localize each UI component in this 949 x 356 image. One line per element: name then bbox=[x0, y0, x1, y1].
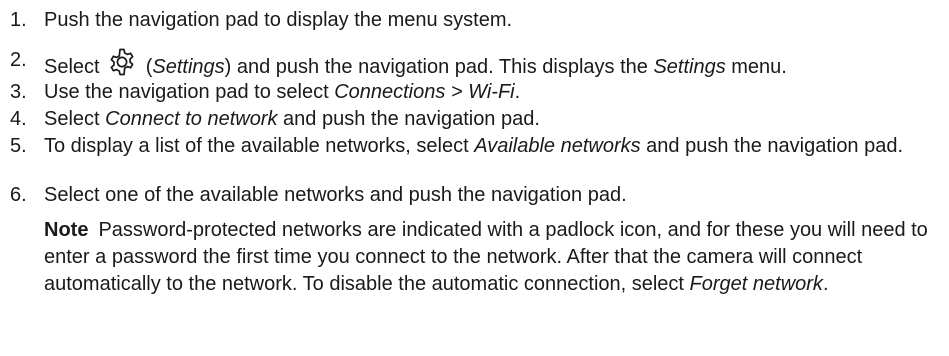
step-text-end: menu. bbox=[725, 56, 787, 78]
step-2: 2. Select (Settings) and push the naviga… bbox=[10, 47, 945, 81]
step-paren-open: ( bbox=[140, 56, 153, 78]
step-option: Available networks bbox=[474, 135, 641, 157]
step-text: To display a list of the available netwo… bbox=[44, 133, 945, 160]
step-text: Select (Settings) and push the navigatio… bbox=[44, 47, 945, 81]
step-suffix: and push the navigation pad. bbox=[640, 135, 904, 157]
step-text: Push the navigation pad to display the m… bbox=[44, 9, 513, 31]
note-suffix: . bbox=[822, 273, 829, 295]
step-text: Use the navigation pad to select Connect… bbox=[44, 79, 945, 106]
step-select-word: Select bbox=[44, 56, 100, 78]
step-5: 5. To display a list of the available ne… bbox=[10, 133, 945, 160]
step-option: Connect to network bbox=[105, 108, 278, 130]
step-number: 4. bbox=[10, 108, 27, 130]
step-suffix: and push the navigation pad. bbox=[277, 108, 540, 130]
step-prefix: Select bbox=[44, 108, 106, 130]
step-suffix: . bbox=[514, 81, 521, 103]
step-settings-term: Settings bbox=[152, 56, 225, 78]
note-block: Note Password-protected networks are indi… bbox=[44, 217, 943, 298]
note-label: Note bbox=[44, 219, 89, 241]
step-3: 3. Use the navigation pad to select Conn… bbox=[10, 79, 945, 106]
step-text-middle: ) and push the navigation pad. This disp… bbox=[224, 56, 654, 78]
step-number: 2. bbox=[10, 49, 27, 71]
step-number: 5. bbox=[10, 135, 27, 157]
step-prefix: Use the navigation pad to select bbox=[44, 81, 335, 103]
note-option: Forget network bbox=[689, 273, 823, 295]
step-number: 1. bbox=[10, 9, 27, 31]
step-prefix: To display a list of the available netwo… bbox=[44, 135, 475, 157]
step-number: 3. bbox=[10, 81, 27, 103]
step-6: 6. Select one of the available networks … bbox=[10, 182, 945, 209]
step-number: 6. bbox=[10, 184, 27, 206]
step-menu-path: Connections > Wi-Fi bbox=[334, 81, 515, 103]
step-settings-menu-term: Settings bbox=[653, 56, 726, 78]
step-text: Select Connect to network and push the n… bbox=[44, 106, 945, 133]
step-text: Select one of the available networks and… bbox=[44, 184, 627, 206]
settings-gear-icon bbox=[107, 47, 137, 77]
step-1: 1. Push the navigation pad to display th… bbox=[10, 7, 945, 34]
step-4: 4. Select Connect to network and push th… bbox=[10, 106, 945, 133]
